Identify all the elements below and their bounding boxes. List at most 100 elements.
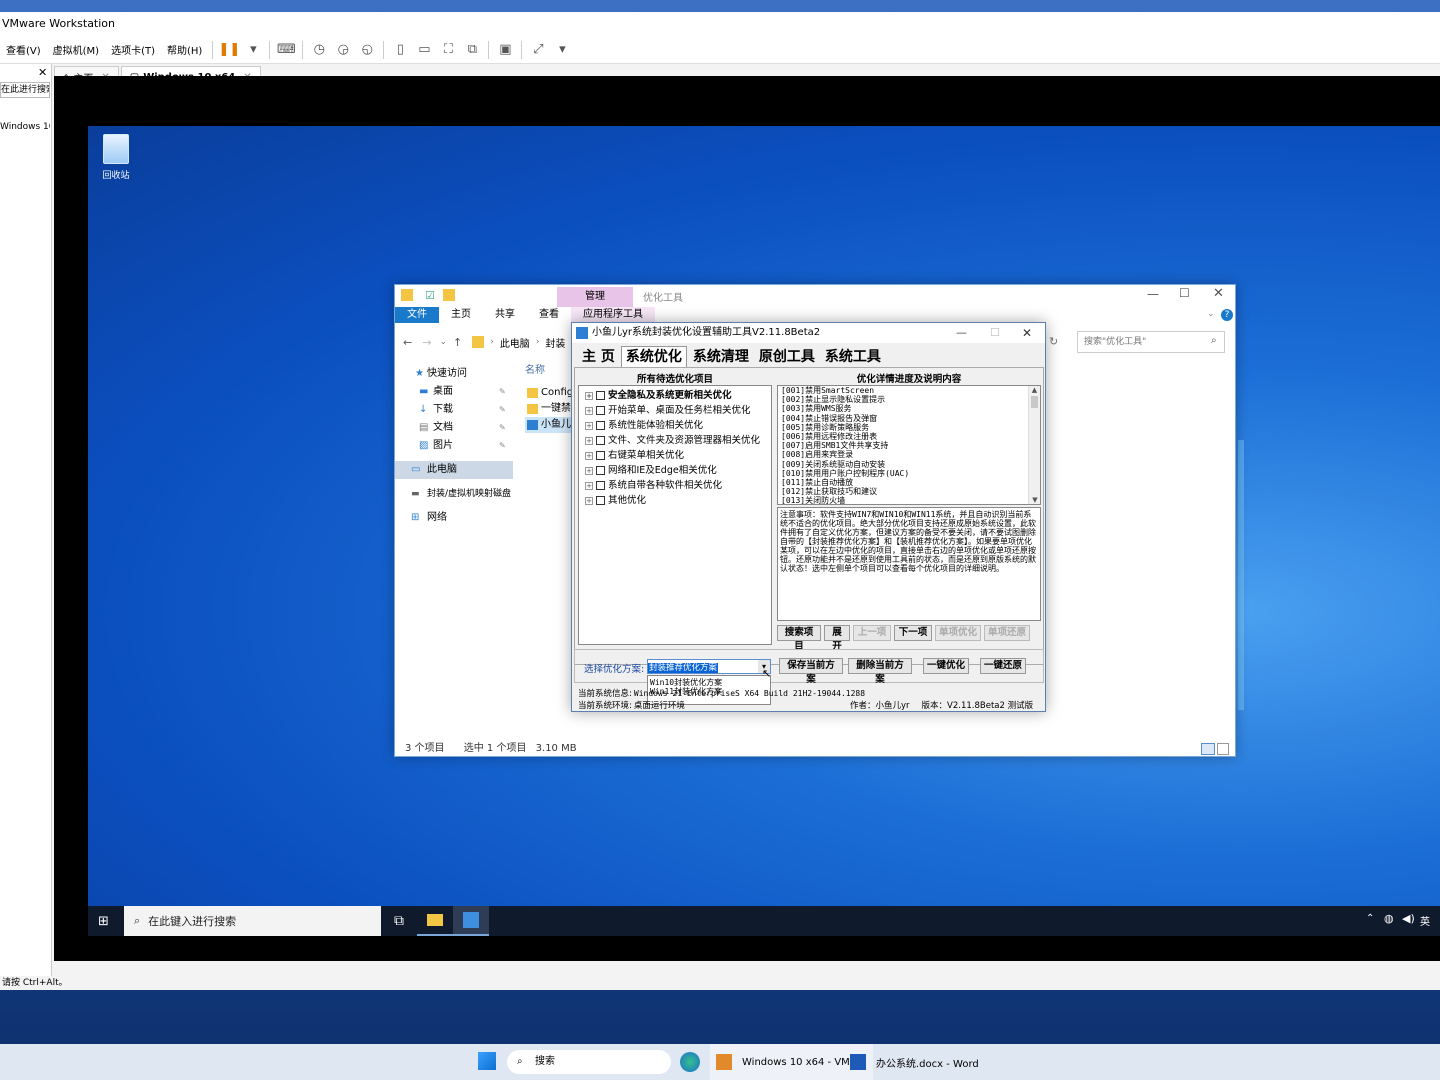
library-view-icon[interactable]: ▯ (391, 41, 409, 59)
single-restore-button[interactable]: 单项还原 (984, 625, 1030, 641)
task-view-icon[interactable]: ⧉ (381, 906, 417, 936)
expand-button[interactable]: 展开 (824, 625, 850, 652)
chevron-down-icon[interactable]: ▾ (553, 41, 571, 59)
snapshot-icon[interactable]: ◷ (310, 41, 328, 59)
chevron-down-icon[interactable]: ⌄ (1207, 309, 1215, 319)
tree-item[interactable]: + 文件、文件夹及资源管理器相关优化 (579, 433, 771, 448)
fullscreen-icon[interactable]: ⛶ (439, 41, 457, 59)
tab-original-tools[interactable]: 原创工具 (755, 347, 819, 367)
tab-clean[interactable]: 系统清理 (689, 347, 753, 367)
close-icon[interactable]: ✕ (1213, 286, 1224, 301)
nav-network[interactable]: ⊞ 网络 (395, 509, 513, 527)
nav-desktop[interactable]: ▬ 桌面 ✎ (395, 383, 513, 401)
scrollbar[interactable]: ▲ ▼ (1028, 386, 1040, 504)
taskbar-word[interactable]: 办公系统.docx - Word (846, 1044, 983, 1080)
tree-item[interactable]: + 其他优化 (579, 493, 771, 508)
chevron-up-icon[interactable]: ⌃ (1366, 913, 1374, 924)
refresh-icon[interactable]: ↻ (1049, 335, 1058, 348)
checkbox[interactable] (596, 496, 605, 505)
expand-icon[interactable]: + (585, 421, 593, 430)
properties-icon[interactable]: ☑ (425, 289, 435, 302)
nav-this-pc[interactable]: ▭ 此电脑 (395, 461, 513, 479)
tree-item[interactable]: + 系统自带各种软件相关优化 (579, 478, 771, 493)
close-icon[interactable]: ✕ (38, 66, 47, 79)
pause-icon[interactable]: ❚❚ (218, 41, 240, 59)
recycle-bin[interactable]: 回收站 (98, 130, 134, 181)
ribbon-tab-file[interactable]: 文件 (395, 307, 439, 323)
one-click-optimize-button[interactable]: 一键优化 (923, 658, 969, 674)
breadcrumb-this-pc[interactable]: 此电脑 (500, 335, 530, 350)
close-icon[interactable]: ✕ (1022, 323, 1032, 343)
expand-icon[interactable]: + (585, 466, 593, 475)
expand-icon[interactable]: + (585, 451, 593, 460)
volume-icon[interactable]: ◀) (1402, 912, 1415, 925)
checkbox[interactable] (596, 466, 605, 475)
next-item-button[interactable]: 下一项 (894, 625, 932, 641)
optimizer-taskbar-icon[interactable] (453, 906, 489, 936)
checkbox[interactable] (596, 451, 605, 460)
library-item-vm[interactable]: Windows 10 x64 (0, 122, 50, 132)
console-icon[interactable]: ▣ (496, 41, 514, 59)
file-explorer-icon[interactable] (417, 906, 453, 936)
send-keys-icon[interactable]: ⌨ (277, 41, 296, 59)
tree-item[interactable]: + 开始菜单、桌面及任务栏相关优化 (579, 403, 771, 418)
ribbon-tab-view[interactable]: 查看 (527, 307, 571, 323)
tree-item[interactable]: + 网络和IE及Edge相关优化 (579, 463, 771, 478)
checkbox[interactable] (596, 481, 605, 490)
tree-item[interactable]: + 右键菜单相关优化 (579, 448, 771, 463)
back-icon[interactable]: ← (403, 336, 412, 349)
tab-system-tools[interactable]: 系统工具 (821, 347, 885, 367)
prev-item-button[interactable]: 上一项 (853, 625, 891, 641)
thumbnail-view-icon[interactable]: ▭ (415, 41, 433, 59)
forward-icon[interactable]: → (422, 336, 431, 349)
manage-tab[interactable]: 管理 (557, 287, 633, 307)
help-icon[interactable]: ? (1221, 309, 1233, 321)
ribbon-tab-home[interactable]: 主页 (439, 307, 483, 323)
scroll-thumb[interactable] (1031, 396, 1038, 408)
one-click-restore-button[interactable]: 一键还原 (980, 658, 1026, 674)
stretch-icon[interactable]: ⤢ (529, 41, 547, 59)
file-item-selected[interactable]: 小鱼儿 (525, 417, 571, 433)
breadcrumb-fz[interactable]: 封装 (545, 335, 565, 350)
menu-view[interactable]: 查看(V) (0, 42, 47, 57)
expand-icon[interactable]: + (585, 436, 593, 445)
revert-snapshot-icon[interactable]: ◶ (334, 41, 352, 59)
nav-pictures[interactable]: ▨ 图片 ✎ (395, 437, 513, 455)
checkbox[interactable] (596, 436, 605, 445)
menu-tabs[interactable]: 选项卡(T) (105, 42, 161, 57)
tree-item[interactable]: + 安全隐私及系统更新相关优化 (579, 388, 771, 403)
expand-icon[interactable]: + (585, 481, 593, 490)
expand-icon[interactable]: + (585, 391, 593, 400)
search-item-button[interactable]: 搜索项目 (777, 625, 821, 652)
chevron-down-icon[interactable]: ▾ (244, 41, 262, 59)
expand-icon[interactable]: + (585, 496, 593, 505)
new-folder-icon[interactable] (443, 289, 455, 301)
nav-drive[interactable]: ▬ 封装/虚拟机映射磁盘 (395, 485, 513, 503)
large-icons-view-icon[interactable] (1217, 743, 1229, 755)
nav-documents[interactable]: ▤ 文档 ✎ (395, 419, 513, 437)
checkbox[interactable] (596, 391, 605, 400)
tab-home[interactable]: 主 页 (578, 347, 619, 367)
up-icon[interactable]: ↑ (453, 336, 462, 349)
detail-list[interactable]: [001]禁用SmartScreen [002]禁止显示隐私设置提示 [003]… (777, 385, 1041, 505)
network-icon[interactable]: ◍ (1384, 912, 1394, 925)
expand-icon[interactable]: + (585, 406, 593, 415)
scroll-down-icon[interactable]: ▼ (1029, 496, 1040, 504)
save-scheme-button[interactable]: 保存当前方案 (779, 658, 843, 685)
minimize-icon[interactable]: — (1147, 287, 1159, 301)
menu-help[interactable]: 帮助(H) (161, 42, 208, 57)
windows-start-icon[interactable]: ⊞ (98, 914, 109, 929)
tree-item[interactable]: + 系统性能体验相关优化 (579, 418, 771, 433)
guest-search-box[interactable]: ⌕ 在此键入进行搜索 (124, 906, 381, 936)
edge-icon[interactable] (680, 1052, 700, 1072)
checkbox[interactable] (596, 406, 605, 415)
details-view-icon[interactable] (1201, 743, 1215, 755)
maximize-icon[interactable]: ☐ (1179, 286, 1190, 300)
menu-vm[interactable]: 虚拟机(M) (47, 42, 105, 57)
ribbon-tab-app-tools[interactable]: 应用程序工具 (571, 307, 655, 323)
minimize-icon[interactable]: — (956, 323, 967, 343)
single-optimize-button[interactable]: 单项优化 (935, 625, 981, 641)
scroll-up-icon[interactable]: ▲ (1029, 386, 1040, 394)
explorer-search-input[interactable]: 搜索"优化工具" (1077, 331, 1225, 353)
unity-icon[interactable]: ⧉ (463, 41, 481, 59)
